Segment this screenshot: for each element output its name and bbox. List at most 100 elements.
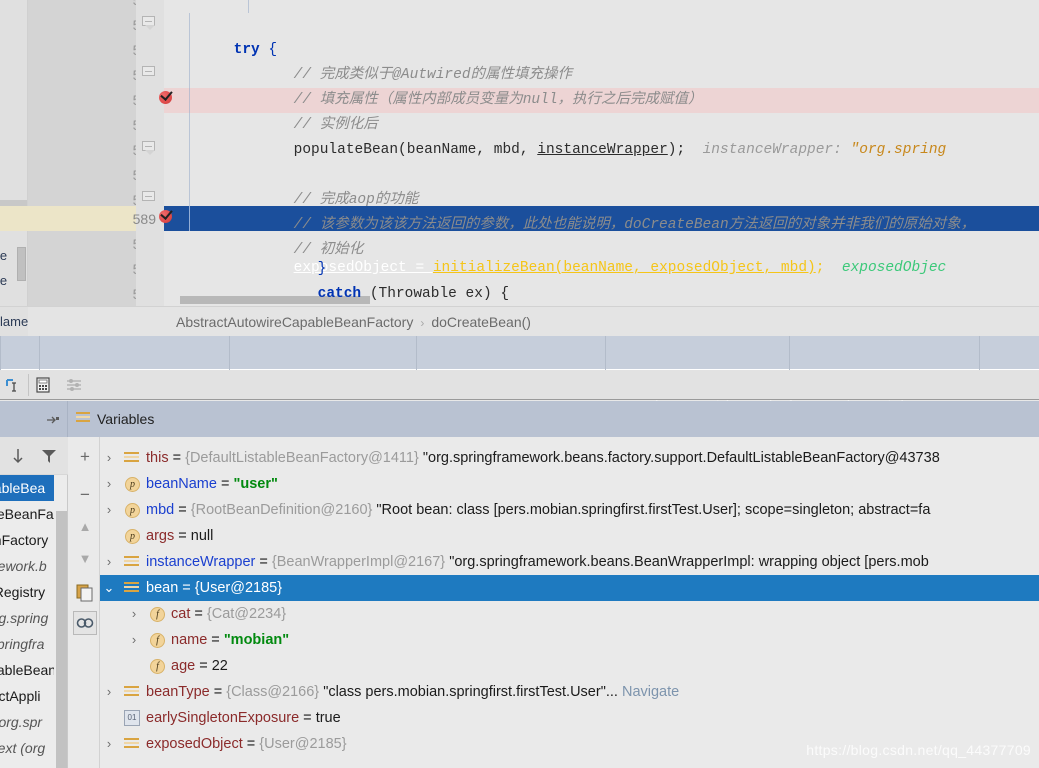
debug-tab-strip[interactable] xyxy=(0,336,1039,370)
inline-hint-exposed-object: exposedObjec xyxy=(841,260,947,276)
breadcrumb-path[interactable]: AbstractAutowireCapableBeanFactory › doCre… xyxy=(176,307,531,337)
variables-toolbar-column[interactable]: + − ▲ ▼ xyxy=(69,437,100,768)
call-stack-item[interactable]: org.spring xyxy=(0,605,54,631)
parameter-badge-icon: p xyxy=(125,503,140,518)
variable-value: "class pers.mobian.springfirst.firstTest… xyxy=(323,684,618,700)
call-stack-item[interactable]: mework.b xyxy=(0,553,54,579)
breadcrumb-class[interactable]: AbstractAutowireCapableBeanFactory xyxy=(176,314,413,330)
call-stack-scrollbar[interactable] xyxy=(56,511,67,768)
call-stack-item[interactable]: anFactory xyxy=(0,527,54,553)
tab-divider xyxy=(789,336,790,370)
expand-chevron-icon[interactable]: › xyxy=(102,549,116,575)
variable-ref: {DefaultListableBeanFactory@1411} xyxy=(185,450,419,466)
variable-row-name[interactable]: › f name = "mobian" xyxy=(100,627,1039,653)
debug-variables-panel[interactable]: Variables pableBea bleBeanFa anFactory m… xyxy=(0,401,1039,768)
stack-icon xyxy=(124,582,139,595)
copy-icon[interactable] xyxy=(75,583,95,603)
variable-ref: {BeanWrapperImpl@2167} xyxy=(271,554,446,570)
variable-equals: = xyxy=(195,658,212,674)
inspect-icon[interactable] xyxy=(73,611,97,635)
collapse-chevron-icon[interactable]: ⌄ xyxy=(102,575,116,601)
fold-collapse-icon[interactable] xyxy=(142,141,155,155)
chevron-right-icon: › xyxy=(420,316,425,330)
variable-row-cat[interactable]: › f cat = {Cat@2234} xyxy=(100,601,1039,627)
code-editor[interactable]: n vice vice 580 581 582 583 584 585 586 … xyxy=(0,0,1039,306)
add-watch-button[interactable]: + xyxy=(75,447,95,467)
call-stack-item[interactable]: ractAppli xyxy=(0,683,54,709)
variable-equals: = xyxy=(190,606,207,622)
editor-code-folding-gutter[interactable] xyxy=(136,0,164,306)
variable-row-beantype[interactable]: › beanType = {Class@2166} "class pers.mo… xyxy=(100,679,1039,705)
move-down-button[interactable]: ▼ xyxy=(75,549,95,569)
expand-chevron-icon[interactable]: › xyxy=(127,601,141,627)
variable-row-earlysingletonexposure[interactable]: 01 earlySingletonExposure = true xyxy=(100,705,1039,731)
expand-chevron-icon[interactable]: › xyxy=(102,497,116,523)
sort-down-icon[interactable] xyxy=(10,447,26,465)
remove-watch-button[interactable]: − xyxy=(75,485,95,505)
call-stack-item[interactable]: pableBea xyxy=(0,475,54,501)
expand-chevron-icon[interactable]: › xyxy=(102,445,116,471)
variables-panel-header: Variables xyxy=(0,401,1039,437)
editor-left-gutter-strip: n vice vice xyxy=(0,0,28,306)
code-comment: // 填充属性（属性内部成员变量为null，执行之后完成赋值） xyxy=(293,92,703,108)
breadcrumb-method[interactable]: doCreateBean() xyxy=(431,314,531,330)
filter-icon[interactable] xyxy=(40,447,58,465)
boolean-badge-icon: 01 xyxy=(124,710,140,726)
field-badge-icon: f xyxy=(150,607,165,622)
expand-chevron-icon[interactable]: › xyxy=(102,679,116,705)
text-cursor-icon[interactable] xyxy=(4,376,22,394)
variable-name: bean xyxy=(146,580,179,596)
calculator-icon[interactable] xyxy=(34,376,52,394)
variable-value: "user" xyxy=(233,476,278,492)
breakpoint-icon-line-584[interactable] xyxy=(159,91,172,104)
variable-row-mbd[interactable]: › p mbd = {RootBeanDefinition@2160} "Roo… xyxy=(100,497,1039,523)
call-stack-item[interactable]: .springfra xyxy=(0,631,54,657)
move-up-button[interactable]: ▲ xyxy=(75,517,95,537)
expand-chevron-icon[interactable]: › xyxy=(127,627,141,653)
code-text-area[interactable]: try { // 完成类似于@Autwired的属性填充操作 // 填充属性（属… xyxy=(164,0,1039,306)
variable-equals: = xyxy=(255,554,272,570)
fold-end-icon[interactable] xyxy=(142,191,155,201)
code-line-582: // 填充属性（属性内部成员变量为null，执行之后完成赋值） xyxy=(164,38,1039,108)
variable-row-age[interactable]: f age = 22 xyxy=(100,653,1039,679)
fold-end-icon[interactable] xyxy=(142,66,155,76)
variable-row-bean[interactable]: ⌄ bean = {User@2185} xyxy=(100,575,1039,601)
expand-chevron-icon[interactable]: › xyxy=(102,471,116,497)
variable-row-exposedobject[interactable]: › exposedObject = {User@2185} xyxy=(100,731,1039,757)
breadcrumb[interactable]: lame AbstractAutowireCapableBeanFactory ›… xyxy=(0,306,1039,337)
left-strip-scrollbar[interactable] xyxy=(17,247,26,281)
navigate-link[interactable]: Navigate xyxy=(622,684,679,700)
call-stack-item[interactable]: bleBeanFa xyxy=(0,501,54,527)
call-stack-item[interactable]: ntext (org xyxy=(0,735,54,761)
variable-ref: {User@2185} xyxy=(259,736,347,752)
variable-row-beanname[interactable]: › p beanName = "user" xyxy=(100,471,1039,497)
variable-name: exposedObject xyxy=(146,736,243,752)
call-stack-column[interactable]: pableBea bleBeanFa anFactory mework.b nR… xyxy=(0,437,68,768)
fold-collapse-icon[interactable] xyxy=(142,16,155,30)
call-stack-item[interactable]: stableBean xyxy=(0,657,54,683)
tab-divider xyxy=(0,336,1,370)
variables-tree[interactable]: › this = {DefaultListableBeanFactory@141… xyxy=(100,437,1039,768)
variable-row-args[interactable]: p args = null xyxy=(100,523,1039,549)
variable-ref: {Cat@2234} xyxy=(206,606,287,622)
breakpoint-icon-line-589[interactable] xyxy=(159,210,172,223)
debug-mini-toolbar[interactable] xyxy=(0,370,1039,400)
expand-chevron-icon[interactable]: › xyxy=(102,731,116,757)
variable-value: "Root bean: class [pers.mobian.springfir… xyxy=(376,502,931,518)
call-stack-item[interactable]: t (org.spr xyxy=(0,709,54,735)
field-badge-icon: f xyxy=(150,633,165,648)
tab-divider xyxy=(605,336,606,370)
call-stack-toolbar[interactable] xyxy=(0,437,68,475)
variable-equals: = xyxy=(168,450,186,466)
variable-value: "mobian" xyxy=(223,632,290,648)
parameter-badge-icon: p xyxy=(125,529,140,544)
variable-ref: {RootBeanDefinition@2160} xyxy=(190,502,373,518)
left-strip-fragment-1: vice xyxy=(0,248,8,263)
variable-row-instancewrapper[interactable]: › instanceWrapper = {BeanWrapperImpl@216… xyxy=(100,549,1039,575)
variable-row-this[interactable]: › this = {DefaultListableBeanFactory@141… xyxy=(100,445,1039,471)
variables-panel-title: Variables xyxy=(97,411,155,427)
settings-sliders-icon[interactable] xyxy=(65,376,83,394)
code-keyword-try: try xyxy=(233,42,260,58)
call-stack-item[interactable]: nRegistry xyxy=(0,579,54,605)
variable-value: "org.springframework.beans.BeanWrapperIm… xyxy=(449,554,929,570)
